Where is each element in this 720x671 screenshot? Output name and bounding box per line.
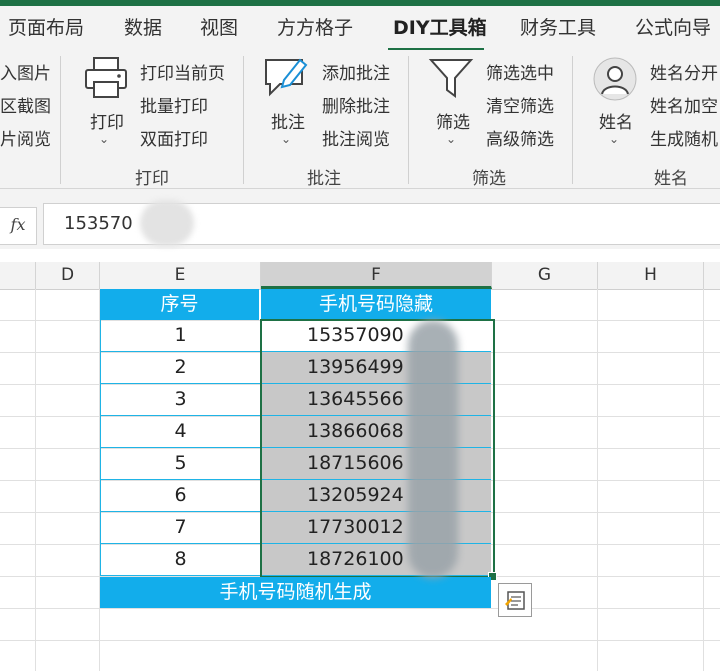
person-icon bbox=[593, 57, 637, 101]
tab-fangfang[interactable]: 方方格子 bbox=[277, 12, 353, 44]
print-current-page-button[interactable]: 打印当前页 bbox=[140, 59, 225, 84]
table-row-index[interactable]: 1 bbox=[100, 320, 260, 352]
advanced-filter-button[interactable]: 高级筛选 bbox=[486, 125, 554, 150]
privacy-blur bbox=[140, 200, 194, 246]
tab-data[interactable]: 数据 bbox=[124, 12, 162, 44]
gridline bbox=[0, 640, 720, 641]
chevron-down-icon: ⌄ bbox=[99, 132, 110, 146]
print-button-label: 打印 bbox=[90, 113, 124, 133]
clear-filter-button[interactable]: 清空筛选 bbox=[486, 92, 554, 117]
split-name-button[interactable]: 姓名分开 bbox=[650, 59, 718, 84]
group-separator bbox=[243, 56, 244, 184]
add-comment-button[interactable]: 添加批注 bbox=[322, 59, 390, 84]
column-header-C[interactable] bbox=[0, 262, 36, 289]
filter-button-label: 筛选 bbox=[436, 113, 470, 133]
column-header-H[interactable]: H bbox=[598, 262, 704, 289]
table-row-index[interactable]: 5 bbox=[100, 448, 260, 480]
group-separator bbox=[572, 56, 573, 184]
paste-options-button[interactable] bbox=[498, 583, 532, 617]
table-row-index[interactable]: 7 bbox=[100, 512, 260, 544]
column-header-E[interactable]: E bbox=[100, 262, 261, 289]
selection-outline bbox=[260, 319, 495, 578]
insert-function-button[interactable]: fx bbox=[0, 207, 37, 245]
insert-picture-button[interactable]: 入图片 bbox=[0, 59, 51, 84]
chevron-down-icon: ⌄ bbox=[609, 132, 620, 146]
printer-icon bbox=[85, 57, 127, 98]
chevron-down-icon: ⌄ bbox=[446, 132, 457, 146]
name-add-space-button[interactable]: 姓名加空 bbox=[650, 92, 718, 117]
tab-diy-toolbox[interactable]: DIY工具箱 bbox=[393, 12, 487, 44]
chevron-down-icon: ⌄ bbox=[281, 132, 292, 146]
table-header-phone[interactable]: 手机号码隐藏 bbox=[261, 289, 491, 320]
funnel-icon bbox=[428, 59, 474, 98]
batch-print-button[interactable]: 批量打印 bbox=[140, 92, 208, 117]
generate-random-button[interactable]: 生成随机 bbox=[650, 125, 718, 150]
tab-finance-tools[interactable]: 财务工具 bbox=[520, 12, 596, 44]
paste-options-icon bbox=[505, 591, 525, 610]
column-header-D[interactable]: D bbox=[36, 262, 100, 289]
table-row-index[interactable]: 8 bbox=[100, 544, 260, 576]
comment-pen-icon bbox=[265, 58, 308, 97]
name-button-label: 姓名 bbox=[599, 113, 633, 133]
comment-group-label: 批注 bbox=[307, 169, 341, 189]
view-comments-button[interactable]: 批注阅览 bbox=[322, 125, 390, 150]
column-header-F[interactable]: F bbox=[261, 262, 492, 289]
ribbon-tabs: 页面布局 数据 视图 方方格子 DIY工具箱 财务工具 公式向导 bbox=[0, 6, 720, 51]
duplex-print-button[interactable]: 双面打印 bbox=[140, 125, 208, 150]
area-screenshot-button[interactable]: 区截图 bbox=[0, 92, 51, 117]
group-separator bbox=[408, 56, 409, 184]
table-row-index[interactable]: 4 bbox=[100, 416, 260, 448]
ribbon-panel: 入图片 区截图 片阅览 打印 ⌄ 打印当前页 批量打印 双面打印 打印 批注 ⌄… bbox=[0, 50, 720, 189]
filter-group-label: 筛选 bbox=[472, 169, 506, 189]
filter-selected-button[interactable]: 筛选选中 bbox=[486, 59, 554, 84]
column-headers: D E F G H bbox=[0, 262, 720, 290]
tab-page-layout[interactable]: 页面布局 bbox=[8, 12, 84, 44]
gridline bbox=[0, 608, 720, 609]
formula-input[interactable]: 153570 bbox=[43, 200, 720, 246]
formula-bar: fx 153570 bbox=[0, 189, 720, 249]
print-group-label: 打印 bbox=[135, 169, 169, 189]
table-row-index[interactable]: 6 bbox=[100, 480, 260, 512]
worksheet-grid[interactable]: D E F G H 序号 手机号码隐藏 1 15357090 2 1395649… bbox=[0, 262, 720, 671]
tab-view[interactable]: 视图 bbox=[200, 12, 238, 44]
privacy-blur bbox=[408, 320, 458, 578]
column-header-G[interactable]: G bbox=[492, 262, 598, 289]
tab-formula-wizard[interactable]: 公式向导 bbox=[635, 12, 711, 44]
name-group-label: 姓名 bbox=[654, 169, 688, 189]
table-row-index[interactable]: 2 bbox=[100, 352, 260, 384]
picture-preview-button[interactable]: 片阅览 bbox=[0, 125, 51, 150]
comment-button-label: 批注 bbox=[271, 113, 305, 133]
group-separator bbox=[60, 56, 61, 184]
delete-comment-button[interactable]: 删除批注 bbox=[322, 92, 390, 117]
table-row-index[interactable]: 3 bbox=[100, 384, 260, 416]
table-header-index[interactable]: 序号 bbox=[100, 289, 259, 320]
formula-value: 153570 bbox=[64, 213, 133, 234]
table-footer[interactable]: 手机号码随机生成 bbox=[100, 577, 491, 608]
